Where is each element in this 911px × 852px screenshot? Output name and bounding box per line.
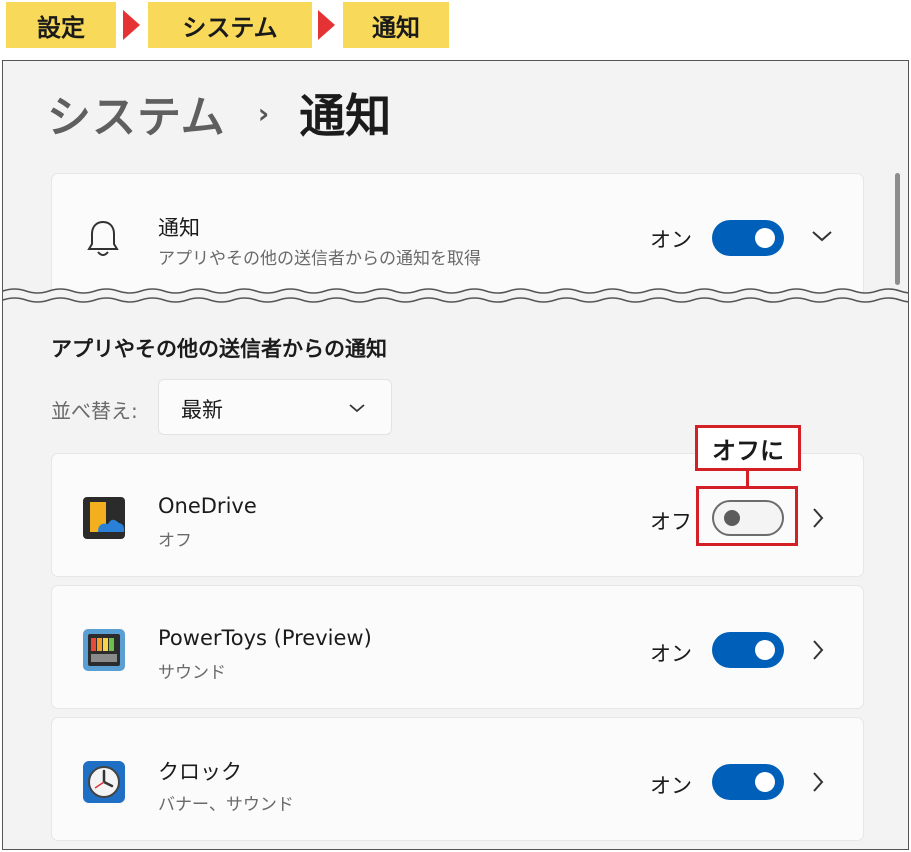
section-title: アプリやその他の送信者からの通知 <box>51 337 387 361</box>
sort-dropdown-value: 最新 <box>181 398 223 422</box>
app-toggle-state: オン <box>650 642 692 666</box>
powertoys-icon <box>82 628 126 676</box>
notifications-master-label: 通知 <box>158 216 200 240</box>
cut-line-divider <box>3 288 908 309</box>
breadcrumb-arrow-icon <box>123 10 140 40</box>
clock-notification-toggle[interactable] <box>712 764 784 800</box>
scrollbar-thumb[interactable] <box>895 173 900 285</box>
sort-label: 並べ替え: <box>51 399 138 423</box>
page-title-separator: › <box>257 96 270 130</box>
toggle-knob <box>755 228 775 248</box>
page-title-parent[interactable]: システム <box>47 81 226 145</box>
page-title: システム › 通知 <box>47 83 391 143</box>
annotation-highlight-box <box>696 486 798 546</box>
annotation-connector <box>746 470 749 487</box>
bell-icon <box>86 218 120 262</box>
breadcrumb: 設定 システム 通知 <box>0 0 911 60</box>
app-card-clock[interactable]: クロック バナー、サウンド オン <box>51 717 864 841</box>
breadcrumb-chip-settings: 設定 <box>6 2 116 48</box>
app-toggle-state: オフ <box>650 510 692 534</box>
app-toggle-state: オン <box>650 774 692 798</box>
chevron-right-icon[interactable] <box>810 506 826 534</box>
app-name: クロック <box>158 760 242 784</box>
powertoys-notification-toggle[interactable] <box>712 632 784 668</box>
toggle-knob <box>755 772 775 792</box>
chevron-right-icon[interactable] <box>810 770 826 798</box>
app-status: バナー、サウンド <box>158 795 294 815</box>
annotation-callout: オフに <box>695 425 801 471</box>
breadcrumb-chip-system: システム <box>148 2 312 48</box>
clock-icon <box>82 760 126 808</box>
notifications-master-toggle[interactable] <box>712 220 784 256</box>
onedrive-icon <box>82 496 126 544</box>
app-card-powertoys[interactable]: PowerToys (Preview) サウンド オン <box>51 585 864 709</box>
app-name: OneDrive <box>158 494 257 518</box>
page-title-current: 通知 <box>299 89 392 143</box>
toggle-knob <box>755 640 775 660</box>
chevron-down-icon[interactable] <box>810 228 834 248</box>
app-name: PowerToys (Preview) <box>158 626 372 650</box>
chevron-down-icon <box>347 400 367 419</box>
notifications-master-card[interactable]: 通知 アプリやその他の送信者からの通知を取得 オン <box>51 173 864 299</box>
breadcrumb-chip-notifications: 通知 <box>343 2 449 48</box>
breadcrumb-arrow-icon <box>318 10 335 40</box>
notifications-master-description: アプリやその他の送信者からの通知を取得 <box>158 249 481 269</box>
app-status: オフ <box>158 531 192 551</box>
app-status: サウンド <box>158 663 226 683</box>
sort-dropdown[interactable]: 最新 <box>158 379 392 435</box>
notifications-master-state: オン <box>650 228 692 252</box>
chevron-right-icon[interactable] <box>810 638 826 666</box>
